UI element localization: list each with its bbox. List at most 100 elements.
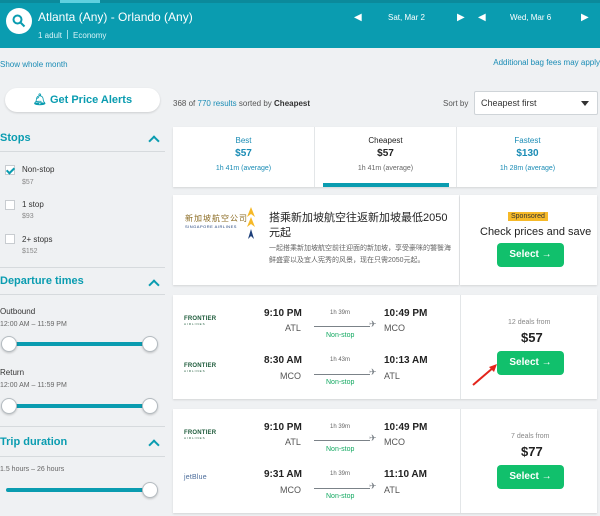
sort-key: Cheapest xyxy=(274,99,311,108)
return-date[interactable]: Wed, Mar 6 xyxy=(510,13,551,22)
stops-heading[interactable]: Stops xyxy=(0,132,31,144)
departure-divider-top xyxy=(0,267,165,268)
tab-best-duration: 1h 41m (average) xyxy=(215,165,272,172)
price-alerts-button[interactable]: 🔔︎ Get Price Alerts xyxy=(5,88,160,112)
annotation-arrow-icon xyxy=(472,364,497,386)
return-slider-max-handle[interactable] xyxy=(142,398,158,414)
arrive-time: 10:49 PM xyxy=(384,308,428,319)
arrive-airport: ATL xyxy=(384,485,400,495)
duration-slider-track[interactable] xyxy=(6,488,151,492)
departure-times-heading[interactable]: Departure times xyxy=(0,275,84,287)
airline-subname: AIRLINES xyxy=(184,322,206,326)
duration-divider-top xyxy=(0,426,165,427)
duration-divider xyxy=(0,456,165,457)
trip-details[interactable]: 1 adult Economy xyxy=(38,30,106,40)
depart-time: 9:10 PM xyxy=(264,308,302,319)
select-button[interactable]: Select → xyxy=(497,465,564,489)
show-whole-month-link[interactable]: Show whole month xyxy=(0,60,68,69)
one-stop-checkbox[interactable] xyxy=(5,200,15,210)
sponsored-badge: Sponsored xyxy=(508,212,548,221)
price-alerts-label: Get Price Alerts xyxy=(49,94,133,106)
travelers-count: 1 adult xyxy=(38,31,63,40)
depart-next-arrow[interactable]: ▶ xyxy=(457,12,465,23)
ad-cta-panel: Sponsored Check prices and save Select → xyxy=(460,195,597,285)
search-button[interactable] xyxy=(6,8,32,34)
departure-divider xyxy=(0,294,165,295)
cabin-class: Economy xyxy=(73,31,107,40)
depart-airport: ATL xyxy=(285,437,301,447)
ad-select-button[interactable]: Select → xyxy=(497,243,564,267)
depart-prev-arrow[interactable]: ◀ xyxy=(354,12,362,23)
arrive-time: 10:13 AM xyxy=(384,355,428,366)
deals-count: 7 deals from xyxy=(511,433,550,440)
one-stop-price: $93 xyxy=(22,213,34,220)
return-prev-arrow[interactable]: ◀ xyxy=(478,12,486,23)
arrive-airport: MCO xyxy=(384,323,405,333)
return-label: Return xyxy=(0,368,25,377)
return-slider-min-handle[interactable] xyxy=(1,398,17,414)
flight-path-line xyxy=(314,326,370,327)
flight-path-line xyxy=(314,440,370,441)
one-stop-label[interactable]: 1 stop xyxy=(22,200,44,209)
result-price: $57 xyxy=(521,330,543,345)
stops-info: Non-stop xyxy=(326,379,355,386)
details-separator xyxy=(67,30,69,39)
nonstop-label[interactable]: Non-stop xyxy=(22,165,54,174)
card-divider xyxy=(460,295,461,399)
ad-headline[interactable]: 搭乘新加坡航空往返新加坡最低2050元起 xyxy=(269,211,449,241)
flight-duration: 1h 39m xyxy=(330,310,351,316)
two-plus-stops-checkbox[interactable] xyxy=(5,234,15,244)
sorted-by-text: sorted by xyxy=(238,99,272,108)
result-card-2[interactable]: FRONTIER AIRLINES 9:10 PM ATL 1h 39m ✈ No… xyxy=(173,409,597,513)
plane-icon: ✈ xyxy=(369,481,377,491)
search-header xyxy=(0,0,600,48)
frontier-logo: FRONTIER AIRLINES xyxy=(184,430,216,440)
trip-duration-heading[interactable]: Trip duration xyxy=(0,436,67,448)
chevron-up-icon[interactable] xyxy=(148,279,160,291)
tab-fastest[interactable]: Fastest $130 1h 28m (average) xyxy=(457,127,598,187)
plane-icon: ✈ xyxy=(369,433,377,443)
search-icon xyxy=(12,14,26,28)
result-card-1[interactable]: FRONTIER AIRLINES 9:10 PM ATL 1h 39m ✈ No… xyxy=(173,295,597,399)
sponsored-ad-card[interactable]: 新加坡航空公司 SINGAPORE AIRLINES 搭乘新加坡航空往返新加坡最… xyxy=(173,195,459,285)
route-title[interactable]: Atlanta (Any) - Orlando (Any) xyxy=(38,10,193,24)
sort-tabs: Best $57 1h 41m (average) Cheapest $57 1… xyxy=(173,127,597,187)
tab-cheapest-duration: 1h 41m (average) xyxy=(357,165,414,172)
return-slider-track[interactable] xyxy=(6,404,151,408)
results-total-link[interactable]: 770 xyxy=(198,99,211,108)
depart-date[interactable]: Sat, Mar 2 xyxy=(388,13,425,22)
outbound-slider-min-handle[interactable] xyxy=(1,336,17,352)
stops-divider xyxy=(0,151,165,152)
tab-fastest-price: $130 xyxy=(516,148,539,159)
depart-time: 8:30 AM xyxy=(264,355,302,366)
two-plus-stops-label[interactable]: 2+ stops xyxy=(22,235,52,244)
chevron-up-icon[interactable] xyxy=(148,135,160,147)
depart-airport: MCO xyxy=(280,371,301,381)
outbound-slider-max-handle[interactable] xyxy=(142,336,158,352)
depart-time: 9:31 AM xyxy=(264,469,302,480)
outbound-range: 12:00 AM – 11:59 PM xyxy=(0,321,67,328)
stops-info: Non-stop xyxy=(326,332,355,339)
duration-slider-max-handle[interactable] xyxy=(142,482,158,498)
depart-airport: ATL xyxy=(285,323,301,333)
results-word-link[interactable]: results xyxy=(213,99,237,108)
results-count: 368 of 770 results sorted by Cheapest xyxy=(173,99,310,108)
depart-time: 9:10 PM xyxy=(264,422,302,433)
nonstop-checkbox[interactable] xyxy=(5,165,15,175)
jetblue-logo: jetBlue xyxy=(184,474,207,481)
select-button[interactable]: Select → xyxy=(497,351,564,375)
arrive-airport: MCO xyxy=(384,437,405,447)
bag-fees-link[interactable]: Additional bag fees may apply xyxy=(493,58,600,67)
sort-select[interactable]: Cheapest first xyxy=(474,91,598,115)
tab-cheapest[interactable]: Cheapest $57 1h 41m (average) xyxy=(315,127,456,187)
ad-body-text: 一起搭乘新加坡航空前往迎面的新加坡，享受豪咪的饕餮海鲜盛宴以及宜人宪秀的风景，现… xyxy=(269,245,451,264)
outbound-slider-track[interactable] xyxy=(6,342,151,346)
return-next-arrow[interactable]: ▶ xyxy=(581,12,589,23)
ad-cta-text: Check prices and save xyxy=(480,226,592,238)
plane-icon: ✈ xyxy=(369,367,377,377)
stops-info: Non-stop xyxy=(326,493,355,500)
chevron-up-icon[interactable] xyxy=(148,439,160,451)
tab-best[interactable]: Best $57 1h 41m (average) xyxy=(173,127,314,187)
return-range: 12:00 AM – 11:59 PM xyxy=(0,382,67,389)
airline-subname: AIRLINES xyxy=(184,369,206,373)
